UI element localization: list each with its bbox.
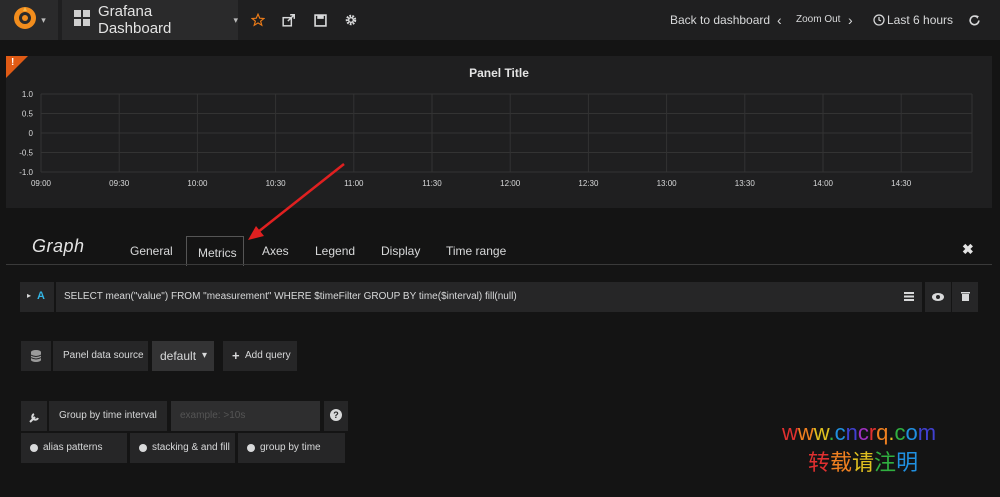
add-query-button[interactable]: + Add query (223, 341, 297, 371)
stacking-fill-label: stacking & and fill (152, 442, 230, 453)
menu-icon (904, 288, 914, 306)
back-to-dashboard-link[interactable]: Back to dashboard (670, 13, 770, 27)
x-tick-label: 12:00 (500, 179, 521, 188)
zoom-out-button[interactable]: Zoom Out (796, 14, 840, 25)
dashboard-picker[interactable]: Grafana Dashboard ▾ (62, 0, 238, 40)
group-by-time-button[interactable]: group by time (238, 433, 345, 463)
query-ref-id: A (37, 290, 45, 302)
time-range-picker[interactable]: Last 6 hours (887, 13, 953, 27)
watermark-url-text: www.cncrq.com (782, 420, 937, 445)
y-tick-label: -0.5 (19, 149, 33, 158)
x-tick-label: 14:30 (891, 179, 912, 188)
group-by-interval-placeholder: example: >10s (180, 410, 246, 421)
panel-data-source-label: Panel data source (63, 350, 144, 361)
editor-divider (6, 264, 992, 265)
caret-right-icon: ▸ (27, 291, 32, 300)
star-icon[interactable] (248, 10, 268, 30)
chevron-down-icon: ▾ (202, 350, 208, 361)
panel-data-source-label-box: Panel data source (53, 341, 148, 371)
annotation-arrow (248, 163, 345, 240)
chevron-right-icon[interactable]: › (848, 12, 853, 28)
x-tick-label: 13:00 (657, 179, 678, 188)
database-icon (30, 349, 42, 367)
y-tick-label: 1.0 (22, 90, 34, 99)
top-navbar: ▾ Grafana Dashboard ▾ Back to dashboard … (0, 0, 1000, 40)
y-tick-label: 0.5 (22, 110, 34, 119)
query-row: ▸ A SELECT mean("value") FROM "measureme… (20, 282, 978, 312)
dashboard-title: Grafana Dashboard (98, 3, 172, 37)
wrench-icon-box (21, 401, 47, 431)
alias-patterns-label: alias patterns (43, 442, 103, 453)
question-icon: ? (330, 409, 342, 421)
graph-panel: ! Panel Title 1.0 0.5 0 -0.5 -1.0 09:00 09:30 1… (6, 56, 992, 208)
chevron-down-icon: ▾ (233, 14, 238, 25)
grafana-logo-icon (12, 5, 38, 36)
query-toggle[interactable]: ▸ A (20, 282, 54, 312)
info-icon (30, 444, 38, 452)
help-button[interactable]: ? (324, 401, 348, 431)
tab-general[interactable]: General (130, 244, 173, 258)
save-icon[interactable] (310, 10, 330, 30)
graph-chart: 1.00.50-0.5-1.009:00 09:30 10:00 10:30 11:00… (19, 90, 973, 188)
close-icon[interactable]: ✖ (962, 241, 974, 258)
group-by-interval-input[interactable]: example: >10s (171, 401, 320, 431)
query-editor[interactable]: SELECT mean("value") FROM "measurement" … (56, 282, 914, 312)
x-tick-label: 14:00 (813, 179, 834, 188)
watermark-note: 转载请注明 (808, 445, 918, 477)
dashboards-grid-icon (74, 9, 90, 31)
group-by-time-label: group by time (260, 442, 321, 453)
query-hide-button[interactable] (925, 282, 951, 312)
x-tick-label: 10:00 (187, 179, 208, 188)
x-tick-label: 12:30 (578, 179, 599, 188)
tab-metrics[interactable]: Metrics (198, 246, 237, 260)
stacking-fill-button[interactable]: stacking & and fill (130, 433, 235, 463)
query-delete-button[interactable] (952, 282, 978, 312)
clock-icon (869, 10, 889, 30)
chevron-left-icon[interactable]: ‹ (777, 12, 782, 28)
grafana-menu-button[interactable]: ▾ (0, 0, 58, 40)
group-by-interval-label: Group by time interval (59, 410, 157, 421)
y-tick-label: -1.0 (19, 168, 33, 177)
alias-patterns-button[interactable]: alias patterns (21, 433, 127, 463)
plus-icon: + (232, 348, 240, 363)
tab-time-range[interactable]: Time range (446, 244, 506, 258)
x-tick-label: 13:30 (735, 179, 756, 188)
datasource-select[interactable]: default ▾ (152, 341, 214, 371)
query-text: SELECT mean("value") FROM "measurement" … (64, 291, 517, 302)
wrench-icon (29, 410, 40, 428)
datasource-value: default (160, 349, 197, 363)
watermark-url: www.cncrq.com (782, 420, 936, 446)
editor-title: Graph (32, 236, 85, 256)
refresh-icon[interactable] (964, 10, 984, 30)
trash-icon (960, 288, 970, 306)
info-icon (139, 444, 147, 452)
gear-icon[interactable] (341, 10, 361, 30)
query-menu-button[interactable] (896, 282, 922, 312)
share-icon[interactable] (279, 10, 299, 30)
chevron-down-icon: ▾ (41, 14, 46, 25)
datasource-icon-box (21, 341, 51, 371)
x-tick-label: 09:00 (31, 179, 52, 188)
info-icon (247, 444, 255, 452)
x-tick-label: 09:30 (109, 179, 130, 188)
tab-display[interactable]: Display (381, 244, 420, 258)
add-query-label: Add query (245, 350, 291, 361)
watermark-note-text: 转载请注明 (808, 450, 919, 475)
y-tick-label: 0 (29, 129, 34, 138)
group-by-interval-label-box: Group by time interval (49, 401, 167, 431)
eye-icon (932, 288, 944, 306)
x-tick-label: 11:30 (422, 179, 442, 188)
